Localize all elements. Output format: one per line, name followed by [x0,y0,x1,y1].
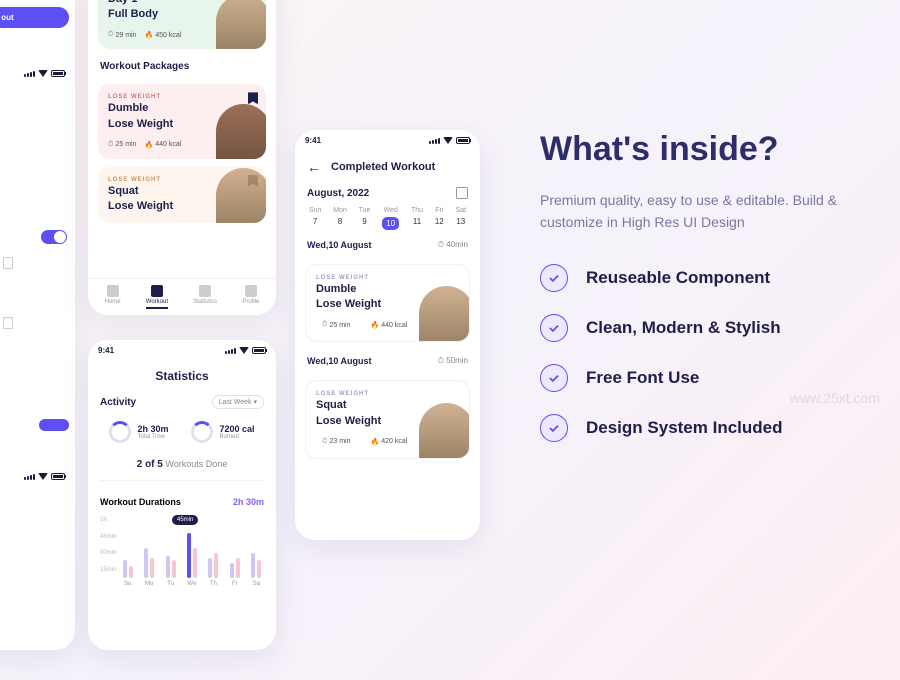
phone-fragment-left: 20min out s 0 Calories 330kcal Rest 🎉 or… [0,0,75,650]
calendar-icon[interactable] [456,187,468,199]
workout-hint: orkout [0,515,75,532]
calories-val: 330kcal [0,199,75,216]
workout-button[interactable]: out [0,7,69,28]
date-label: Wed,10 August [307,240,372,250]
workout-card-day1[interactable]: LOSE WEIGHT Day 1 Full Body ⏱29 min 🔥450… [98,0,266,49]
clock-icon: ⏱ [438,240,444,249]
bookmark-icon [3,257,13,269]
month-label: August, 2022 [307,188,369,199]
week-header: Sun7 Mon8 Tue9 Wed10 Thu11 Fri12 Sat13 [295,203,480,234]
activity-label: Activity [100,397,136,408]
bookmark-icon [3,317,13,329]
dy: dy [0,532,75,549]
feature-item: Reuseable Component [540,264,870,292]
time-ring [109,421,131,443]
action-btn[interactable] [39,419,69,431]
person-image [216,104,266,159]
workout-card-squat[interactable]: LOSE WEIGHT Squat Lose Weight [98,167,266,223]
page-title: Statistics [88,361,276,395]
nav-profile[interactable]: Profile [242,285,259,309]
watermark: www.25xt.com [790,390,880,406]
date-label: Wed,10 August [307,356,372,366]
section-title: Workout Packages [88,57,276,76]
person-image [216,0,266,49]
clock-icon: ⏱ [438,356,444,365]
time-badge: 20min [0,0,75,1]
feature-item: Clean, Modern & Stylish [540,314,870,342]
nav-workout[interactable]: Workout [146,285,168,309]
chart-tooltip: 45min [172,515,198,525]
workouts-done: 2 of 5 Workouts Done [88,455,276,474]
chart-title: Workout Durations [100,497,181,507]
back-button[interactable]: ← [307,159,321,175]
check-icon [540,264,568,292]
clock-icon: ⏱ [108,31,113,39]
feature-item: Design System Included [540,414,870,442]
completed-card-dumble[interactable]: LOSE WEIGHT Dumble Lose Weight ⏱25 min 🔥… [305,264,470,342]
fire-icon: 🔥 [144,31,153,39]
phone-workout: LOSE WEIGHT Day 1 Full Body ⏱29 min 🔥450… [88,0,276,315]
duration-chart: 1h45min30min15min 45min Su Mo Tu We Th F… [100,517,264,587]
person-image [216,168,266,223]
check-icon [540,364,568,392]
period-dropdown[interactable]: Last Week ▾ [212,395,264,409]
completed-card-squat[interactable]: LOSE WEIGHT Squat Lose Weight ⏱23 min 🔥4… [305,380,470,458]
cal-ring [191,421,213,443]
person-image [419,403,470,458]
check-icon [540,414,568,442]
nav-statistics[interactable]: Statistics [193,285,217,309]
nav-home[interactable]: Home [105,285,121,309]
page-title: Completed Workout [331,161,435,173]
phone-completed: 9:41 ← Completed Workout August, 2022 Su… [295,130,480,540]
phone-statistics: 9:41 Statistics Activity Last Week ▾ 2h … [88,340,276,650]
profile-icon [245,285,257,297]
headline: What's inside? [540,130,870,169]
workout-icon [151,285,163,297]
calories-label: Calories [0,182,75,199]
home-icon [107,285,119,297]
workout-card-dumble[interactable]: LOSE WEIGHT Dumble Lose Weight ⏱25 min 🔥… [98,84,266,158]
person-image [419,286,470,341]
marketing-panel: What's inside? Premium quality, easy to … [540,130,870,464]
rest-toggle[interactable] [41,230,67,244]
selected-date[interactable]: 10 [382,217,399,230]
check-icon [540,314,568,342]
feature-item: Free Font Use [540,364,870,392]
stats-icon [199,285,211,297]
description: Premium quality, easy to use & editable.… [540,189,870,234]
bottom-nav: Home Workout Statistics Profile [88,278,276,315]
chart-total: 2h 30m [233,497,264,507]
